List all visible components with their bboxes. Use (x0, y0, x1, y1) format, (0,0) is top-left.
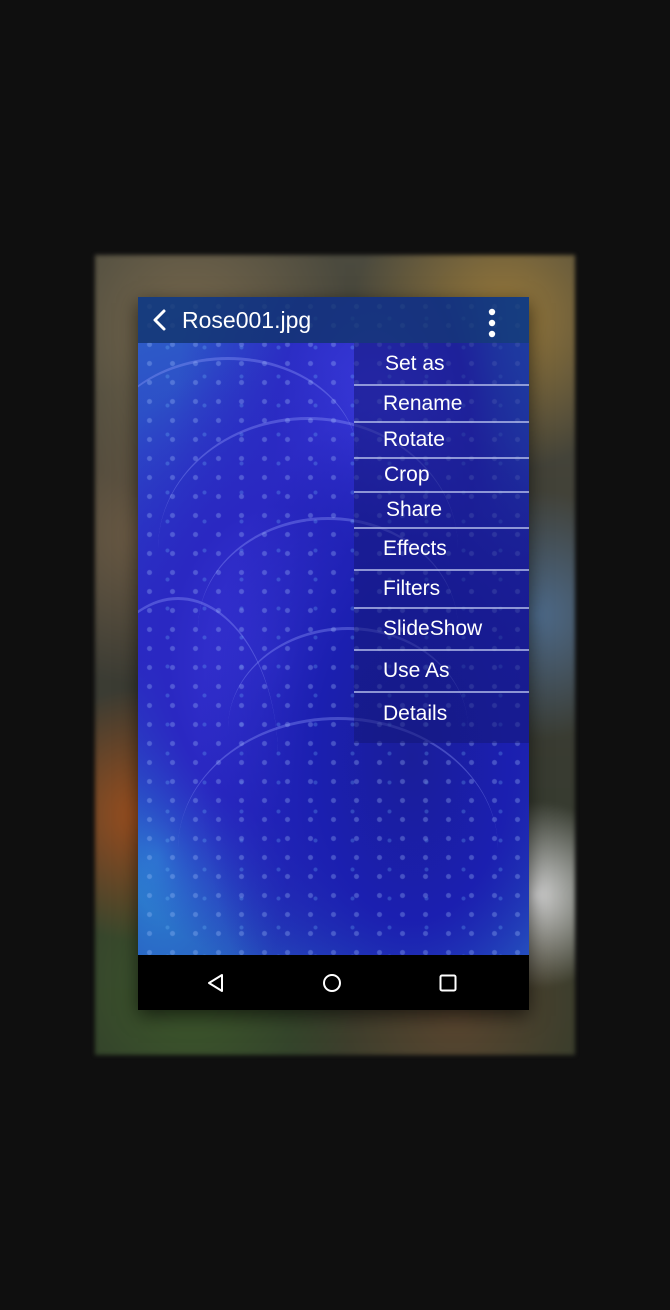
menu-item-label: Use As (383, 659, 450, 682)
menu-item-use-as[interactable]: Use As (354, 651, 529, 691)
overflow-menu: Set as Rename Rotate Crop Share Effects … (354, 343, 529, 743)
page-title: Rose001.jpg (182, 306, 312, 333)
menu-item-label: Effects (383, 537, 447, 560)
phone-screen: Rose001.jpg Set as Rename Rotate Crop Sh… (138, 297, 529, 1010)
menu-item-effects[interactable]: Effects (354, 529, 529, 569)
menu-item-rename[interactable]: Rename (354, 386, 529, 421)
menu-item-label: Filters (383, 577, 441, 600)
nav-back-button[interactable] (186, 955, 246, 1010)
menu-item-crop[interactable]: Crop (354, 459, 529, 491)
chevron-left-icon (153, 309, 166, 331)
menu-item-label: Rotate (383, 428, 445, 451)
menu-item-label: Crop (384, 463, 430, 486)
system-navigation-bar (138, 955, 529, 1010)
more-vertical-icon (488, 308, 496, 338)
menu-item-label: SlideShow (383, 617, 483, 640)
menu-item-label: Share (386, 498, 443, 521)
menu-item-label: Details (383, 702, 448, 725)
overflow-menu-button[interactable] (475, 306, 509, 340)
menu-item-label: Rename (383, 391, 463, 415)
app-bar: Rose001.jpg (138, 297, 529, 343)
square-recents-icon (439, 974, 457, 991)
nav-recents-button[interactable] (418, 955, 478, 1010)
menu-item-share[interactable]: Share (354, 493, 529, 527)
circle-home-icon (323, 973, 341, 992)
menu-item-set-as[interactable]: Set as (354, 343, 529, 384)
triangle-back-icon (208, 973, 223, 992)
menu-item-slideshow[interactable]: SlideShow (354, 609, 529, 649)
nav-home-button[interactable] (302, 955, 362, 1010)
back-button[interactable] (142, 297, 178, 343)
menu-item-label: Set as (385, 351, 445, 375)
menu-item-filters[interactable]: Filters (354, 571, 529, 607)
menu-item-rotate[interactable]: Rotate (354, 423, 529, 457)
menu-item-details[interactable]: Details (354, 693, 529, 735)
